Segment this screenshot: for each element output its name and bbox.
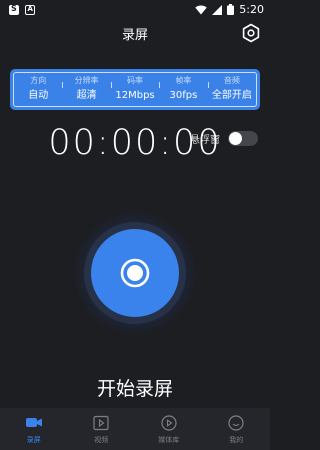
status-bar: S A 5:20 (0, 0, 270, 22)
nav-item-profile[interactable]: 我的 (203, 408, 271, 450)
page-title: 录屏 (121, 28, 148, 43)
setting-orientation[interactable]: 方向 自动 (14, 73, 62, 106)
setting-value: 自动 (28, 90, 49, 101)
start-record-button[interactable] (91, 229, 179, 317)
status-time: 5:20 (239, 3, 264, 16)
recording-timer: 00:00:00 (48, 123, 222, 163)
nav-label: 录屏 (26, 436, 41, 444)
setting-label: 码率 (127, 76, 144, 85)
nav-item-record[interactable]: 录屏 (0, 408, 68, 450)
app-icon-s: S (9, 4, 19, 15)
settings-panel-border: 方向 自动 分辨率 超清 码率 12Mbps 帧率 30fps 音频 全部开启 (13, 72, 257, 107)
setting-label: 帧率 (175, 76, 192, 85)
status-left-icons: S A (9, 4, 35, 15)
record-button-glow (74, 212, 196, 334)
setting-resolution[interactable]: 分辨率 超清 (62, 73, 110, 106)
video-icon (93, 415, 109, 431)
setting-bitrate[interactable]: 码率 12Mbps (110, 73, 159, 106)
setting-value: 全部开启 (211, 90, 252, 101)
wifi-icon (195, 5, 207, 14)
recording-settings-panel[interactable]: 方向 自动 分辨率 超清 码率 12Mbps 帧率 30fps 音频 全部开启 (10, 69, 260, 110)
camera-icon (25, 418, 42, 427)
gear-icon (242, 23, 260, 43)
setting-label: 分辨率 (74, 76, 99, 85)
setting-value: 12Mbps (115, 90, 155, 101)
bottom-nav: 录屏 视频 媒体库 我的 (0, 408, 270, 450)
nav-item-media-library[interactable]: 媒体库 (135, 408, 203, 450)
media-library-icon (161, 415, 177, 431)
setting-audio[interactable]: 音频 全部开启 (207, 73, 256, 106)
setting-framerate[interactable]: 帧率 30fps (159, 73, 207, 106)
nav-label: 我的 (229, 436, 244, 444)
nav-item-video[interactable]: 视频 (68, 408, 136, 450)
nav-label: 媒体库 (158, 436, 180, 444)
setting-label: 方向 (30, 76, 47, 85)
battery-icon (227, 4, 235, 15)
setting-value: 30fps (169, 90, 198, 101)
setting-value: 超清 (76, 90, 97, 101)
settings-button[interactable] (240, 22, 262, 44)
start-record-label[interactable]: 开始录屏 (0, 374, 270, 401)
status-right-icons: 5:20 (195, 3, 264, 16)
profile-icon (228, 415, 244, 431)
app-icon-a: A (25, 5, 35, 15)
signal-icon (212, 4, 223, 15)
record-icon (120, 258, 150, 288)
nav-label: 视频 (94, 436, 109, 444)
setting-label: 音频 (223, 76, 240, 85)
header: 录屏 (0, 22, 270, 46)
